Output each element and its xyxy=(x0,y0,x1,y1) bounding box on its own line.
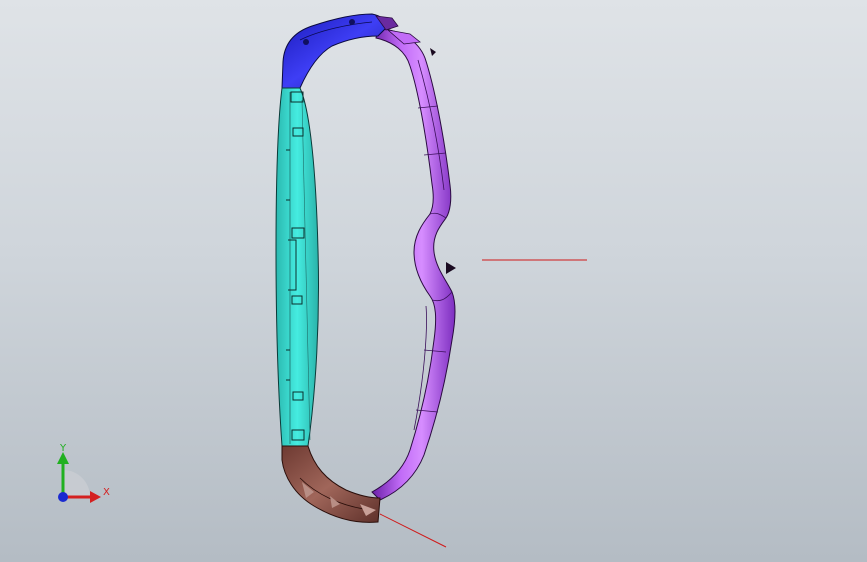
x-axis-arrow-icon xyxy=(90,491,101,503)
cad-model-view[interactable] xyxy=(0,0,867,562)
z-axis-dot-icon xyxy=(58,492,68,502)
clip-feature xyxy=(446,262,456,274)
coordinate-triad xyxy=(57,452,101,503)
graphics-viewport[interactable]: Y X xyxy=(0,0,867,562)
annotation-leader xyxy=(379,513,447,548)
right-rail[interactable] xyxy=(371,27,456,501)
x-axis-label: X xyxy=(103,487,110,498)
y-axis-label: Y xyxy=(60,443,67,454)
upper-bracket[interactable] xyxy=(281,13,387,89)
